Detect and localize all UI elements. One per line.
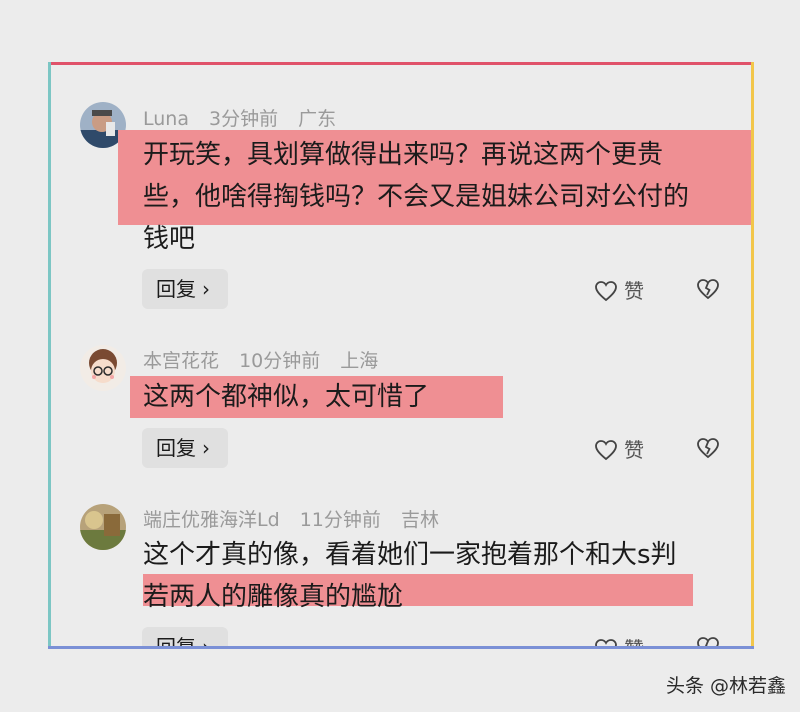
frame-border-left <box>48 62 51 649</box>
avatar[interactable] <box>80 504 126 550</box>
comment-text: 开玩笑，具划算做得出来吗？再说这两个更贵 些，他啥得掏钱吗？不会又是姐妹公司对公付… <box>143 134 689 260</box>
comment-meta: Luna 3分钟前 广东 <box>143 104 350 131</box>
like-label: 赞 <box>624 437 644 462</box>
comment-time: 11分钟前 <box>299 509 381 531</box>
dislike-button[interactable] <box>695 277 721 305</box>
comment-meta: 本宫花花 10分钟前 上海 <box>143 346 392 373</box>
comment-meta: 端庄优雅海洋Ld 11分钟前 吉林 <box>143 505 453 532</box>
comment-text-line: 这两个都神似，太可惜了 <box>143 382 430 412</box>
reply-button[interactable]: 回复 › <box>142 269 228 309</box>
dislike-button[interactable] <box>695 436 721 464</box>
watermark: 头条 @林若鑫 <box>665 675 786 697</box>
comment-location: 广东 <box>298 108 337 130</box>
frame-border-right <box>751 62 754 649</box>
comment-location: 吉林 <box>400 509 439 531</box>
comment-text-line: 些，他啥得掏钱吗？不会又是姐妹公司对公付的 <box>143 182 690 212</box>
comment-text-line: 这个才真的像，看着她们一家抱着那个和大s判 <box>143 540 677 570</box>
comment-text-line: 开玩笑，具划算做得出来吗？再说这两个更贵 <box>143 140 664 170</box>
heart-icon <box>595 280 617 301</box>
username[interactable]: Luna <box>143 108 189 130</box>
comment-text-line: 若两人的雕像真的尴尬 <box>143 582 404 612</box>
chevron-right-icon: › <box>202 277 210 301</box>
comment-location: 上海 <box>340 350 379 372</box>
broken-heart-icon <box>697 279 719 300</box>
like-button[interactable]: 赞 <box>594 269 644 311</box>
comment-list: Luna 3分钟前 广东 开玩笑，具划算做得出来吗？再说这两个更贵 些，他啥得掏钱… <box>48 62 754 649</box>
comment-panel-frame: Luna 3分钟前 广东 开玩笑，具划算做得出来吗？再说这两个更贵 些，他啥得掏钱… <box>48 62 754 649</box>
avatar[interactable] <box>80 345 126 391</box>
comment-text: 这两个都神似，太可惜了 <box>143 376 429 418</box>
reply-label: 回复 <box>156 277 196 301</box>
like-label: 赞 <box>624 278 644 303</box>
comment-text: 这个才真的像，看着她们一家抱着那个和大s判 若两人的雕像真的尴尬 <box>143 534 677 618</box>
comment-text-line: 钱吧 <box>143 224 196 254</box>
reply-label: 回复 <box>156 436 196 460</box>
heart-icon <box>595 439 617 460</box>
frame-border-top <box>48 62 754 65</box>
broken-heart-icon <box>697 438 719 459</box>
chevron-right-icon: › <box>202 436 210 460</box>
like-button[interactable]: 赞 <box>594 428 644 470</box>
comment-time: 3分钟前 <box>209 108 279 130</box>
comment-time: 10分钟前 <box>239 350 321 372</box>
reply-button[interactable]: 回复 › <box>142 428 228 468</box>
frame-border-bottom <box>48 646 754 649</box>
username[interactable]: 本宫花花 <box>143 350 219 372</box>
username[interactable]: 端庄优雅海洋Ld <box>143 509 280 531</box>
